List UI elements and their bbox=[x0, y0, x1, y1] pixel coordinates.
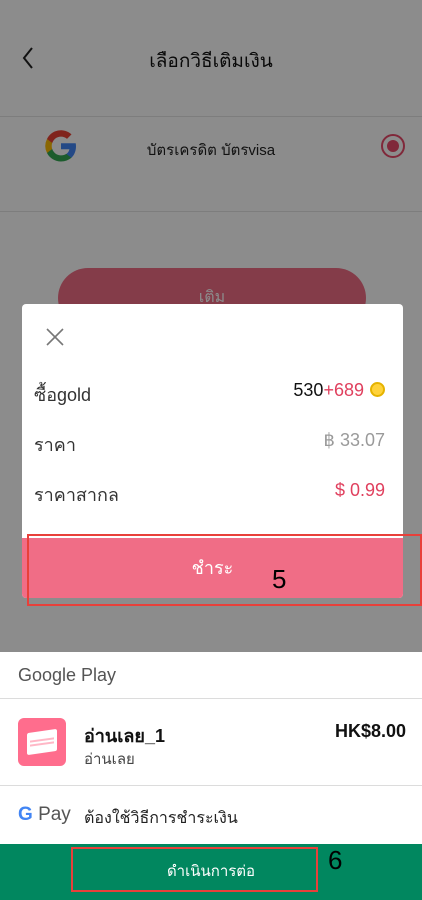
close-icon[interactable] bbox=[44, 326, 66, 348]
gold-label: ซื้อgold bbox=[34, 385, 92, 405]
gold-base-amount: 530 bbox=[293, 380, 324, 400]
app-price: HK$8.00 bbox=[334, 721, 406, 741]
gpay-g: G bbox=[18, 804, 33, 825]
annotation-box-5 bbox=[27, 534, 422, 606]
google-play-header: Google Play bbox=[18, 665, 117, 685]
intl-price-row: ราคาสากล $ 0.99 bbox=[34, 480, 385, 506]
intl-price-label: ราคาสากล bbox=[34, 485, 119, 505]
gold-bonus-amount: +689 bbox=[323, 380, 364, 400]
annotation-number-5: 5 bbox=[272, 564, 287, 594]
payment-method-required[interactable]: ต้องใช้วิธีการชำระเงิน bbox=[84, 806, 238, 831]
gold-amount: 530+689 bbox=[293, 380, 385, 401]
divider bbox=[0, 698, 422, 699]
price-value: ฿ 33.07 bbox=[323, 430, 386, 450]
gold-coin-icon bbox=[370, 382, 385, 397]
book-icon bbox=[27, 728, 57, 756]
app-subtitle: อ่านเลย bbox=[84, 751, 135, 768]
intl-price-value: $ 0.99 bbox=[334, 480, 385, 500]
price-row: ราคา ฿ 33.07 bbox=[34, 430, 385, 456]
annotation-box-6 bbox=[71, 847, 318, 892]
gold-row: ซื้อgold 530+689 bbox=[34, 380, 385, 406]
app-name: อ่านเลย_1 bbox=[84, 726, 165, 746]
annotation-number-6: 6 bbox=[328, 845, 343, 875]
gpay-label: Pay bbox=[38, 804, 71, 825]
app-icon bbox=[18, 718, 66, 766]
price-label: ราคา bbox=[34, 435, 76, 455]
divider bbox=[0, 785, 422, 786]
gpay-logo: G Pay bbox=[18, 804, 71, 828]
